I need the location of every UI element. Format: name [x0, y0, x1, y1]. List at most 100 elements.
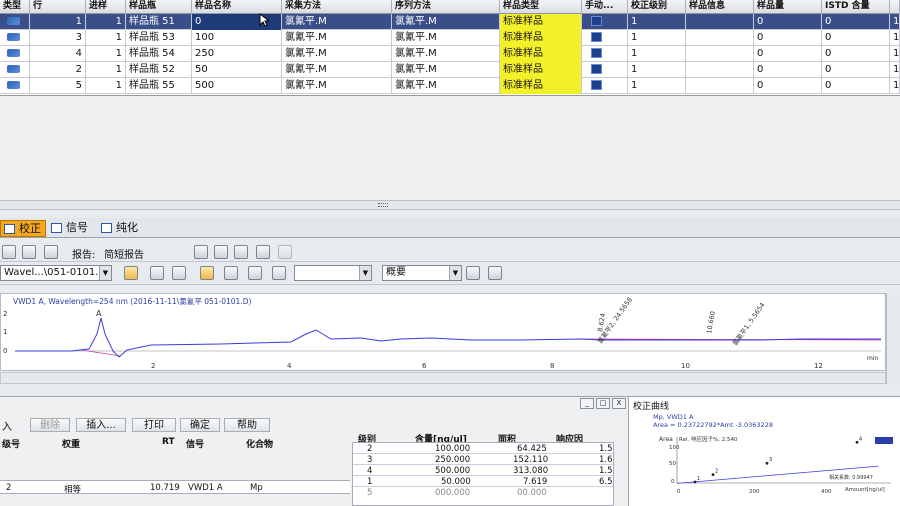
table-row[interactable]: 4 500.000 313.080 1.5 [353, 465, 615, 476]
settings-icon[interactable] [278, 245, 292, 259]
x-tick: 6 [422, 362, 427, 370]
col-header-amount[interactable]: 样品量 [754, 0, 822, 14]
calib-x-tick: 0 [677, 489, 681, 495]
print-button[interactable]: 打印 [132, 418, 176, 432]
x-tick: 12 [814, 362, 823, 370]
cell-weight: 相等 [64, 485, 82, 495]
vertical-scrollbar[interactable] [886, 293, 900, 384]
table-row[interactable]: 1 50.000 7.619 6.5 [353, 476, 615, 487]
table-icon[interactable] [2, 245, 16, 259]
cell-inj: 1 [86, 62, 126, 78]
cell-amount: 0 [754, 78, 822, 94]
report-type-value[interactable]: 简短报告 [104, 246, 144, 261]
chevron-down-icon: ▼ [449, 266, 461, 280]
close-button[interactable]: X [612, 398, 626, 409]
select-arrow-icon[interactable] [200, 266, 214, 280]
cell-vial: 样品瓶 51 [126, 14, 192, 30]
layout-icon[interactable] [466, 266, 480, 280]
calib-equation: Area = 0.23722792*Amt -3.0363228 [653, 421, 773, 429]
manual-integration-icon[interactable] [582, 30, 628, 46]
table-row[interactable]: 3 1 样品瓶 53 100 氯氰平.M 氯氰平.M 标准样品 1 0 0 1 [0, 30, 900, 46]
col-header-more[interactable] [890, 0, 900, 14]
splitter-bar[interactable] [0, 200, 900, 210]
signal-combo[interactable]: Wavel...\051-0101.D) ▼ [0, 265, 112, 281]
y-tick: 2 [3, 310, 7, 318]
insert-button[interactable]: 插入... [76, 418, 126, 432]
table-row[interactable]: 2 1 样品瓶 52 50 氯氰平.M 氯氰平.M 标准样品 1 0 0 1 [0, 62, 900, 78]
table-row[interactable]: 1 1 样品瓶 51 0 氯氰平.M 氯氰平.M 标准样品 1 0 0 1 [0, 14, 900, 30]
preview-icon[interactable] [194, 245, 208, 259]
compound-row[interactable]: 2 相等 10.719 VWD1 A Mp [0, 480, 350, 495]
col-header-sample-type[interactable]: 样品类型 [500, 0, 582, 14]
chevron-down-icon: ▼ [359, 266, 371, 280]
report-icon[interactable] [22, 245, 36, 259]
zoom-out-icon[interactable] [172, 266, 186, 280]
delete-peak-icon[interactable] [224, 266, 238, 280]
col-header-type[interactable]: 类型 [0, 0, 30, 14]
cell-sample-name[interactable]: 500 [192, 78, 282, 94]
calibration-plot[interactable]: Mp, VWD1 A Area = 0.23722792*Amt -3.0363… [629, 397, 900, 506]
x-tick: 4 [287, 362, 292, 370]
calib-point-label: 4 [859, 436, 862, 442]
col-header-istd[interactable]: ISTD 含量 [822, 0, 890, 14]
folder-icon[interactable] [256, 245, 270, 259]
col-header-line[interactable]: 行 [30, 0, 86, 14]
delete-button[interactable]: 删除 [30, 418, 70, 432]
manual-integration-icon[interactable] [582, 14, 628, 30]
tab-purify[interactable]: 纯化 [98, 220, 144, 237]
col-header-manual[interactable]: 手动... [582, 0, 628, 14]
col-header-cal-level[interactable]: 校正级别 [628, 0, 686, 14]
split-peak-icon[interactable] [272, 266, 286, 280]
insert-label: 入 [2, 422, 12, 433]
table-row[interactable]: 5 1 样品瓶 55 500 氯氰平.M 氯氰平.M 标准样品 1 0 0 1 [0, 78, 900, 94]
signal-icon [51, 223, 62, 233]
cell-inj: 1 [86, 46, 126, 62]
cell-extra: 1 [890, 14, 900, 30]
manual-integration-icon[interactable] [582, 46, 628, 62]
vial-icon [0, 46, 30, 62]
empty-combo[interactable]: ▼ [294, 265, 372, 281]
col-header-rt: RT [162, 437, 175, 447]
tab-signal[interactable]: 信号 [48, 220, 94, 237]
cell-inj: 1 [86, 14, 126, 30]
cell-sample-name[interactable]: 250 [192, 46, 282, 62]
chromatogram-plot[interactable]: VWD1 A, Wavelength=254 nm (2016-11-11\氯氰… [1, 294, 887, 372]
cell-line: 3 [30, 30, 86, 46]
cell-area: 152.110 [513, 455, 549, 465]
minimize-button[interactable]: _ [580, 398, 594, 409]
col-header-acq-method[interactable]: 采集方法 [282, 0, 392, 14]
table-row[interactable]: 3 250.000 152.110 1.6 [353, 454, 615, 465]
manual-integration-icon[interactable] [582, 78, 628, 94]
cell-level: 4 [367, 466, 373, 476]
cell-sample-name[interactable]: 100 [192, 30, 282, 46]
export-icon[interactable] [234, 245, 248, 259]
tab-calibration[interactable]: 校正 [0, 220, 46, 237]
col-header-seq-method[interactable]: 序列方法 [392, 0, 500, 14]
zoom-tool-icon[interactable] [124, 266, 138, 280]
table-row[interactable]: 2 100.000 64.425 1.5 [353, 443, 615, 454]
chevron-down-icon: ▼ [99, 266, 111, 280]
table-view-icon[interactable] [488, 266, 502, 280]
view-combo[interactable]: 概要 ▼ [382, 265, 462, 281]
cell-amount: 100.000 [435, 444, 471, 454]
col-header-inj[interactable]: 进样 [86, 0, 126, 14]
col-header-sample-name[interactable]: 样品名称 [192, 0, 282, 14]
table-row[interactable]: 5 000.000 00.000 [353, 487, 615, 498]
manual-integration-icon[interactable] [582, 62, 628, 78]
edit-icon[interactable] [44, 245, 58, 259]
print-icon[interactable] [214, 245, 228, 259]
zoom-in-icon[interactable] [150, 266, 164, 280]
calib-point [711, 473, 715, 477]
table-row[interactable]: 4 1 样品瓶 54 250 氯氰平.M 氯氰平.M 标准样品 1 0 0 1 [0, 46, 900, 62]
col-header-vial[interactable]: 样品瓶 [126, 0, 192, 14]
draw-baseline-icon[interactable] [248, 266, 262, 280]
maximize-button[interactable]: □ [596, 398, 610, 409]
cell-area: 00.000 [517, 488, 547, 498]
ok-button[interactable]: 确定 [180, 418, 220, 432]
help-button[interactable]: 帮助 [224, 418, 270, 432]
calib-x-tick: 200 [749, 489, 760, 495]
horizontal-scrollbar[interactable] [0, 372, 886, 384]
cell-sample-name[interactable]: 50 [192, 62, 282, 78]
col-header-sample-info[interactable]: 样品信息 [686, 0, 754, 14]
col-header-signal: 信号 [186, 440, 205, 450]
